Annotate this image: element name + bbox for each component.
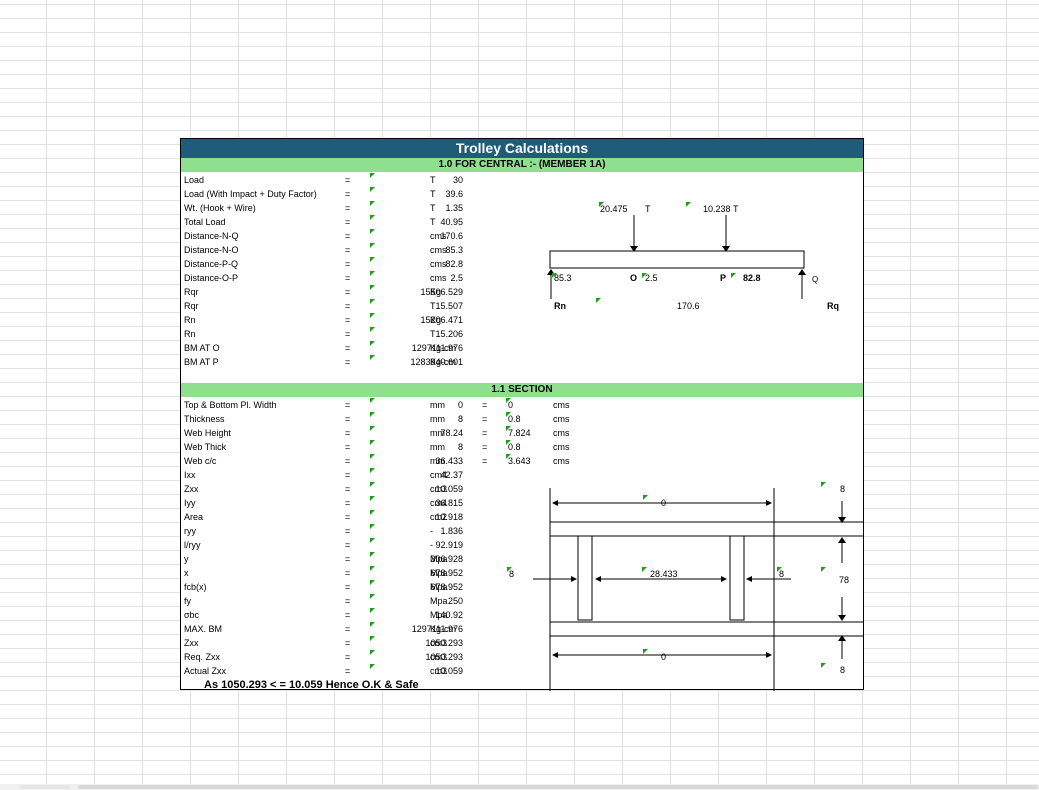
web-thick-right-value: 8 [779, 569, 784, 579]
reaction-rq-label: Rq [827, 301, 839, 311]
bottom-flange-plate [549, 621, 775, 637]
load-2-value: 10.238 [703, 204, 731, 214]
bottom-width-value: 0 [661, 652, 666, 662]
right-web-plate [729, 535, 745, 621]
bottom-width-right-arrow-icon [766, 652, 772, 658]
web-cc-left-arrow-icon [595, 576, 601, 582]
horizontal-scrollbar[interactable] [0, 784, 1039, 790]
load-1-unit: T [645, 204, 651, 214]
web-left-arrow-icon [571, 576, 577, 582]
load-2-unit: T [733, 204, 739, 214]
bottom-width-left-arrow-icon [552, 652, 558, 658]
web-height-up-arrow-icon [838, 537, 846, 543]
calculation-sheet: Trolley Calculations 1.0 FOR CENTRAL :- … [180, 138, 864, 691]
point-o-label: O [630, 273, 637, 283]
top-flange-plate [549, 521, 775, 537]
top-width-left-arrow-icon [552, 500, 558, 506]
scrollbar-thumb[interactable] [78, 785, 1038, 789]
web-right-arrow-icon [746, 576, 752, 582]
top-thick-value: 8 [840, 484, 845, 494]
load-1-value: 20.475 [600, 204, 628, 214]
point-q-label: Q [812, 275, 818, 284]
top-width-right-arrow-icon [766, 500, 772, 506]
web-cc-right-arrow-icon [721, 576, 727, 582]
span-label: 170.6 [677, 301, 700, 311]
bottom-thick-value: 8 [840, 665, 845, 675]
reaction-rn-label: Rn [554, 301, 566, 311]
dist-op-label: 2.5 [645, 273, 658, 283]
point-p-label: P [720, 273, 726, 283]
web-thick-left-value: 8 [509, 569, 514, 579]
beam-diagram: 20.475 T 10.238 T 85.3 O 2.5 P 82.8 Q Rn [547, 202, 839, 311]
diagram-layer: 20.475 T 10.238 T 85.3 O 2.5 P 82.8 Q Rn [507, 202, 863, 691]
sheet-tab-area[interactable] [20, 785, 70, 789]
reaction-q-arrow-icon [798, 269, 806, 275]
beam-rect [549, 250, 805, 269]
section-diagram: 0 8 8 28.433 8 78 0 8 [507, 482, 863, 691]
dist-no-label: 85.3 [554, 273, 572, 283]
top-width-value: 0 [661, 498, 666, 508]
dist-pq-label: 82.8 [743, 273, 761, 283]
web-height-value: 78 [839, 575, 849, 585]
left-web-plate [577, 535, 593, 621]
web-cc-value: 28.433 [650, 569, 678, 579]
web-height-down-arrow-icon [838, 615, 846, 621]
